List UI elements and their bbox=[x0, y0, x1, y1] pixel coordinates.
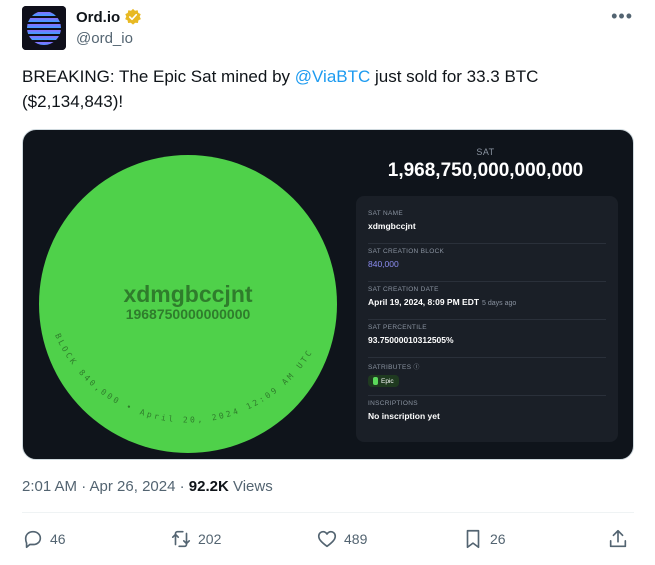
repost-icon bbox=[170, 528, 192, 550]
sat-number-small: 1968750000000000 bbox=[126, 306, 251, 322]
info-key: SAT PERCENTILE bbox=[368, 324, 427, 331]
bookmark-icon bbox=[462, 528, 484, 550]
info-key: INSCRIPTIONS bbox=[368, 400, 418, 407]
relative-time: 5 days ago bbox=[482, 300, 517, 307]
more-options-icon[interactable]: ••• bbox=[611, 6, 633, 26]
repost-button[interactable]: 202 bbox=[170, 528, 221, 550]
repost-count: 202 bbox=[198, 531, 222, 547]
epic-badge: Epic bbox=[368, 375, 399, 387]
info-value: April 19, 2024, 8:09 PM EDT bbox=[368, 297, 480, 307]
info-circle-icon[interactable]: ⓘ bbox=[413, 365, 419, 371]
sat-number: 1,968,750,000,000,000 bbox=[387, 160, 584, 181]
info-row-creation-date: SAT CREATION DATE April 19, 2024, 8:09 P… bbox=[368, 282, 606, 320]
verified-badge-icon bbox=[124, 8, 142, 26]
reply-icon bbox=[22, 528, 44, 550]
info-value: 93.75000010312505% bbox=[368, 335, 454, 345]
bookmark-button[interactable]: 26 bbox=[462, 528, 506, 550]
share-button[interactable] bbox=[607, 528, 629, 550]
share-icon bbox=[607, 528, 629, 550]
info-value: No inscription yet bbox=[368, 411, 440, 421]
bookmark-count: 26 bbox=[490, 531, 506, 547]
author-handle[interactable]: @ord_io bbox=[76, 30, 133, 47]
info-row-percentile: SAT PERCENTILE 93.75000010312505% bbox=[368, 320, 606, 358]
info-value-block-link[interactable]: 840,000 bbox=[368, 259, 606, 269]
info-row-creation-block: SAT CREATION BLOCK 840,000 bbox=[368, 244, 606, 282]
author-name-row: Ord.io bbox=[76, 8, 142, 26]
sat-circle-art: xdmgbccjnt 1968750000000000 BLOCK 840,00… bbox=[23, 130, 363, 459]
tweet-meta: 2:01 AM · Apr 26, 2024 · 92.2K Views bbox=[22, 478, 273, 495]
ord-io-logo-icon bbox=[22, 6, 66, 50]
sat-info-panel: SAT NAME xdmgbccjnt SAT CREATION BLOCK 8… bbox=[356, 196, 618, 442]
like-button[interactable]: 489 bbox=[316, 528, 367, 550]
heart-icon bbox=[316, 528, 338, 550]
info-row-satributes: SATRIBUTES ⓘ Epic bbox=[368, 358, 606, 396]
reply-button[interactable]: 46 bbox=[22, 528, 66, 550]
tweet-text: BREAKING: The Epic Sat mined by @ViaBTC … bbox=[22, 64, 632, 114]
info-key: SATRIBUTES bbox=[368, 364, 412, 371]
epic-sat-icon bbox=[373, 377, 378, 385]
tweet-text-part: BREAKING: The Epic Sat mined by bbox=[22, 67, 295, 86]
avatar[interactable] bbox=[22, 6, 66, 50]
epic-label: Epic bbox=[381, 377, 394, 385]
mention-link[interactable]: @ViaBTC bbox=[295, 67, 371, 86]
info-value-date: April 19, 2024, 8:09 PM EDT 5 days ago bbox=[368, 297, 606, 307]
info-key: SAT NAME bbox=[368, 210, 404, 217]
info-value: xdmgbccjnt bbox=[368, 221, 416, 231]
info-key-satributes: SATRIBUTES ⓘ bbox=[368, 358, 606, 371]
views-label: Views bbox=[228, 478, 273, 495]
tweet-header: Ord.io @ord_io ••• bbox=[22, 6, 637, 50]
info-row-sat-name: SAT NAME xdmgbccjnt bbox=[368, 206, 606, 244]
timestamp[interactable]: 2:01 AM · Apr 26, 2024 · bbox=[22, 478, 189, 495]
reply-count: 46 bbox=[50, 531, 66, 547]
tweet-media[interactable]: xdmgbccjnt 1968750000000000 BLOCK 840,00… bbox=[22, 129, 634, 460]
info-key: SAT CREATION BLOCK bbox=[368, 248, 445, 255]
info-key: SAT CREATION DATE bbox=[368, 286, 439, 293]
author-name[interactable]: Ord.io bbox=[76, 9, 120, 26]
like-count: 489 bbox=[344, 531, 368, 547]
tweet-actions: 46 202 489 26 bbox=[22, 528, 634, 558]
info-row-inscriptions: INSCRIPTIONS No inscription yet bbox=[368, 396, 606, 434]
sat-name-big: xdmgbccjnt bbox=[123, 281, 252, 307]
views-count: 92.2K bbox=[188, 478, 229, 495]
divider bbox=[22, 512, 634, 513]
sat-label: SAT bbox=[476, 147, 495, 157]
